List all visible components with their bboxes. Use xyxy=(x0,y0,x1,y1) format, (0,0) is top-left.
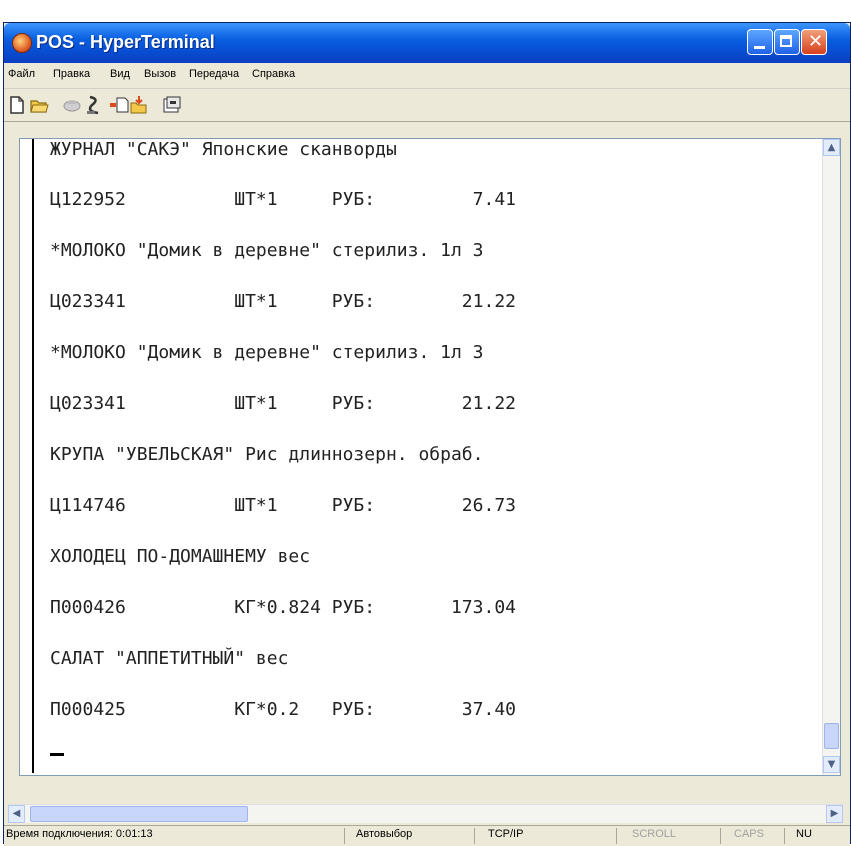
scroll-up-button[interactable]: ▲ xyxy=(823,139,840,156)
close-icon: ✕ xyxy=(808,31,824,52)
terminal-line: П000425 КГ*0.2 РУБ: 37.40 xyxy=(50,699,516,720)
menu-edit[interactable]: Правка xyxy=(53,68,90,80)
connection-time: Время подключения: 0:01:13 xyxy=(6,828,153,840)
status-divider xyxy=(474,828,475,844)
terminal-line: Ц023341 ШТ*1 РУБ: 21.22 xyxy=(50,393,516,414)
menu-bar: Файл Правка Вид Вызов Передача Справка xyxy=(4,63,850,89)
status-bar: Время подключения: 0:01:13 Автовыбор TCP… xyxy=(4,825,850,846)
terminal-left-margin xyxy=(32,139,34,773)
menu-transfer[interactable]: Передача xyxy=(189,68,239,80)
terminal-line: Ц114746 ШТ*1 РУБ: 26.73 xyxy=(50,495,516,516)
title-bar[interactable]: POS - HyperTerminal ✕ xyxy=(4,23,850,63)
disconnect-icon[interactable] xyxy=(62,95,82,115)
terminal-line: САЛАТ "АППЕТИТНЫЙ" вес xyxy=(50,648,289,669)
hyperterminal-app-icon[interactable] xyxy=(12,33,32,53)
menu-call[interactable]: Вызов xyxy=(144,68,176,80)
open-icon[interactable] xyxy=(29,95,49,115)
receive-icon[interactable] xyxy=(129,95,149,115)
send-icon[interactable] xyxy=(109,95,129,115)
new-icon[interactable] xyxy=(7,95,27,115)
toolbar xyxy=(4,89,850,122)
num-lock-status: NU xyxy=(796,828,812,840)
terminal-line: *МОЛОКО "Домик в деревне" стерилиз. 1л 3 xyxy=(50,240,484,261)
status-divider xyxy=(784,828,785,844)
vertical-scrollbar[interactable]: ▲ ▼ xyxy=(822,139,840,775)
terminal-line: КРУПА "УВЕЛЬСКАЯ" Рис длиннозерн. обраб. xyxy=(50,444,484,465)
menu-view[interactable]: Вид xyxy=(110,68,130,80)
chevron-right-icon: ▶ xyxy=(830,808,839,819)
terminal-line: Ц023341 ШТ*1 РУБ: 21.22 xyxy=(50,291,516,312)
terminal-line: Ц122952 ШТ*1 РУБ: 7.41 xyxy=(50,189,516,210)
status-divider xyxy=(616,828,617,844)
minimize-icon xyxy=(754,46,765,49)
chevron-left-icon: ◀ xyxy=(12,808,21,819)
chevron-up-icon: ▲ xyxy=(827,142,836,153)
menu-file[interactable]: Файл xyxy=(8,68,35,80)
caps-lock-status: CAPS xyxy=(734,828,764,840)
protocol-status: TCP/IP xyxy=(488,828,524,840)
text-cursor xyxy=(50,753,64,756)
dial-icon[interactable] xyxy=(84,95,104,115)
properties-icon[interactable] xyxy=(162,95,182,115)
terminal-line: *МОЛОКО "Домик в деревне" стерилиз. 1л 3 xyxy=(50,342,484,363)
terminal-screen[interactable]: ЖУРНАЛ "САКЭ" Японские сканворды Ц122952… xyxy=(32,139,822,775)
hyperterminal-window: POS - HyperTerminal ✕ Файл Правка Вид Вы… xyxy=(3,22,851,846)
minimize-button[interactable] xyxy=(747,29,773,55)
horizontal-scrollbar[interactable]: ◀ ▶ xyxy=(8,804,843,823)
close-button[interactable]: ✕ xyxy=(801,29,827,55)
scroll-left-button[interactable]: ◀ xyxy=(8,805,25,823)
maximize-button[interactable] xyxy=(774,29,800,55)
status-divider xyxy=(344,828,345,844)
scroll-right-button[interactable]: ▶ xyxy=(826,805,843,823)
scroll-down-button[interactable]: ▼ xyxy=(823,756,840,773)
status-divider xyxy=(720,828,721,844)
window-title: POS - HyperTerminal xyxy=(36,32,215,52)
terminal-line: П000426 КГ*0.824 РУБ: 173.04 xyxy=(50,597,516,618)
scroll-lock-status: SCROLL xyxy=(632,828,677,840)
chevron-down-icon: ▼ xyxy=(827,759,836,770)
horizontal-scroll-thumb[interactable] xyxy=(30,806,248,822)
menu-help[interactable]: Справка xyxy=(252,68,295,80)
vertical-scroll-thumb[interactable] xyxy=(824,723,839,749)
auto-detect-status: Автовыбор xyxy=(356,828,413,840)
maximize-icon xyxy=(780,35,792,47)
terminal-line: ХОЛОДЕЦ ПО-ДОМАШНЕМУ вес xyxy=(50,546,311,567)
terminal-line: ЖУРНАЛ "САКЭ" Японские сканворды xyxy=(50,139,397,160)
terminal-panel[interactable]: ЖУРНАЛ "САКЭ" Японские сканворды Ц122952… xyxy=(19,138,841,776)
